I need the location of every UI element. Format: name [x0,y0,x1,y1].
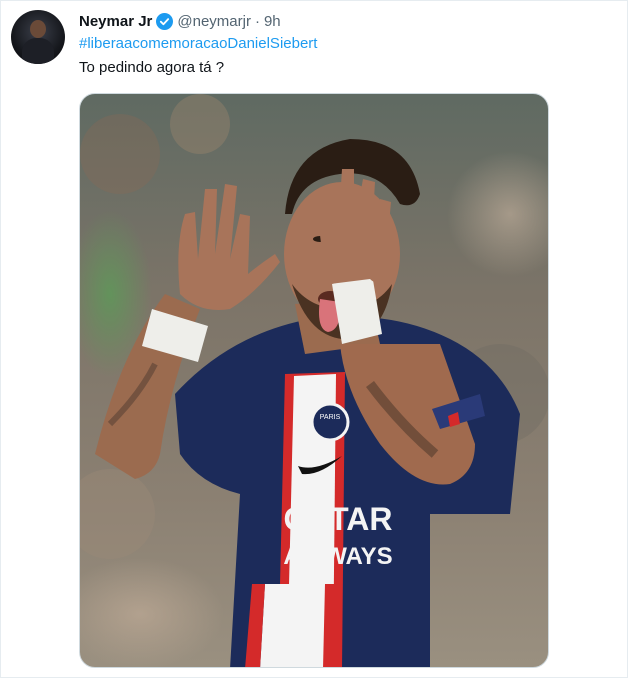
hashtag-link[interactable]: #liberaacomemoracaoDanielSiebert [79,35,317,52]
avatar[interactable] [11,10,65,64]
display-name[interactable]: Neymar Jr [79,13,152,30]
avatar-body [22,38,54,64]
tweet-card[interactable]: Neymar Jr @neymarjr · 9h #liberaacomemor… [0,0,628,678]
crest-text: PARIS [320,414,341,421]
verified-badge-icon [156,12,174,30]
photo-illustration: PARIS QATAR AIRWAYS [80,94,548,667]
sponsor-line2: AIRWAYS [283,543,392,570]
handle[interactable]: @neymarjr [177,13,251,30]
tweet-text: To pedindo agora tá ? [79,59,225,76]
tweet-photo[interactable]: PARIS QATAR AIRWAYS [79,93,549,668]
separator-dot: · [254,12,260,30]
timestamp[interactable]: 9h [264,13,281,30]
avatar-head [30,20,46,38]
tweet-header: Neymar Jr @neymarjr · 9h [79,10,281,32]
sponsor-line1: QATAR [283,501,392,537]
